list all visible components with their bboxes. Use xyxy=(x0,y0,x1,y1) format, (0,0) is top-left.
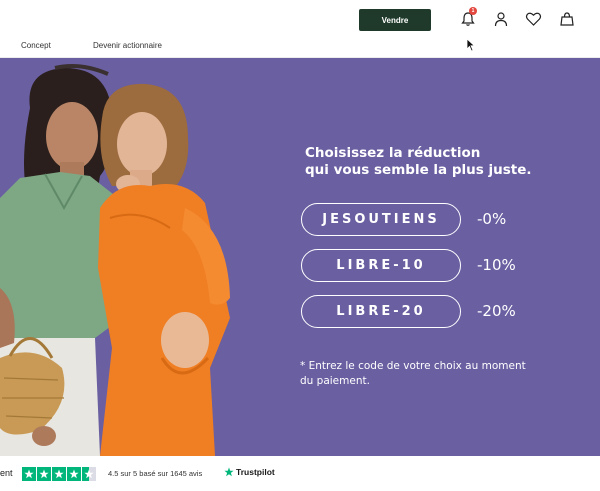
discount-percent: -20% xyxy=(477,302,516,320)
trustpilot-star-icon xyxy=(224,467,234,477)
user-icon xyxy=(494,12,508,27)
checkout-note: * Entrez le code de votre choix au momen… xyxy=(300,360,526,387)
trustpilot-logo[interactable]: Trustpilot xyxy=(224,467,275,477)
headline-line-2: qui vous semble la plus juste. xyxy=(305,162,532,178)
discount-percent: -0% xyxy=(477,210,507,228)
code-pill-libre-10[interactable]: LIBRE-10 xyxy=(301,249,461,282)
discount-percent: -10% xyxy=(477,256,516,274)
nav-link-concept[interactable]: Concept xyxy=(21,41,51,50)
sell-button[interactable]: Vendre xyxy=(359,9,431,31)
notifications-button[interactable]: 1 xyxy=(458,7,478,29)
models-photo xyxy=(0,64,230,456)
code-pill-libre-20[interactable]: LIBRE-20 xyxy=(301,295,461,328)
nav-link-become-shareholder[interactable]: Devenir actionnaire xyxy=(93,41,162,50)
account-button[interactable] xyxy=(491,9,511,29)
mouse-cursor-icon xyxy=(466,38,476,52)
star-icon xyxy=(52,467,66,481)
cart-button[interactable] xyxy=(557,9,577,29)
rating-summary: 4.5 sur 5 basé sur 1645 avis xyxy=(108,469,203,478)
code-pill-jesoutiens[interactable]: JESOUTIENS xyxy=(301,203,461,236)
notification-badge: 1 xyxy=(469,7,477,15)
discount-option: LIBRE-10 -10% xyxy=(301,249,541,282)
bag-icon xyxy=(560,12,574,26)
half-star-icon xyxy=(82,467,96,481)
headline-line-1: Choisissez la réduction xyxy=(305,145,481,161)
star-icon xyxy=(67,467,81,481)
heart-icon xyxy=(525,12,541,26)
star-icon xyxy=(37,467,51,481)
promo-headline: Choisissez la réduction qui vous semble … xyxy=(305,145,565,179)
discount-option: LIBRE-20 -20% xyxy=(301,295,541,328)
trustpilot-wordmark: Trustpilot xyxy=(236,467,275,477)
wishlist-button[interactable] xyxy=(523,9,543,29)
top-bar: Vendre 1 Concept Devenir actionnaire xyxy=(0,0,600,58)
trust-lead-text: ent xyxy=(0,468,13,478)
discount-option: JESOUTIENS -0% xyxy=(301,203,541,236)
trustpilot-bar[interactable]: ent 4.5 sur 5 basé sur 1645 avis Trustpi… xyxy=(0,456,600,491)
rating-stars xyxy=(22,467,96,481)
promo-hero: Choisissez la réduction qui vous semble … xyxy=(0,58,600,456)
star-icon xyxy=(22,467,36,481)
